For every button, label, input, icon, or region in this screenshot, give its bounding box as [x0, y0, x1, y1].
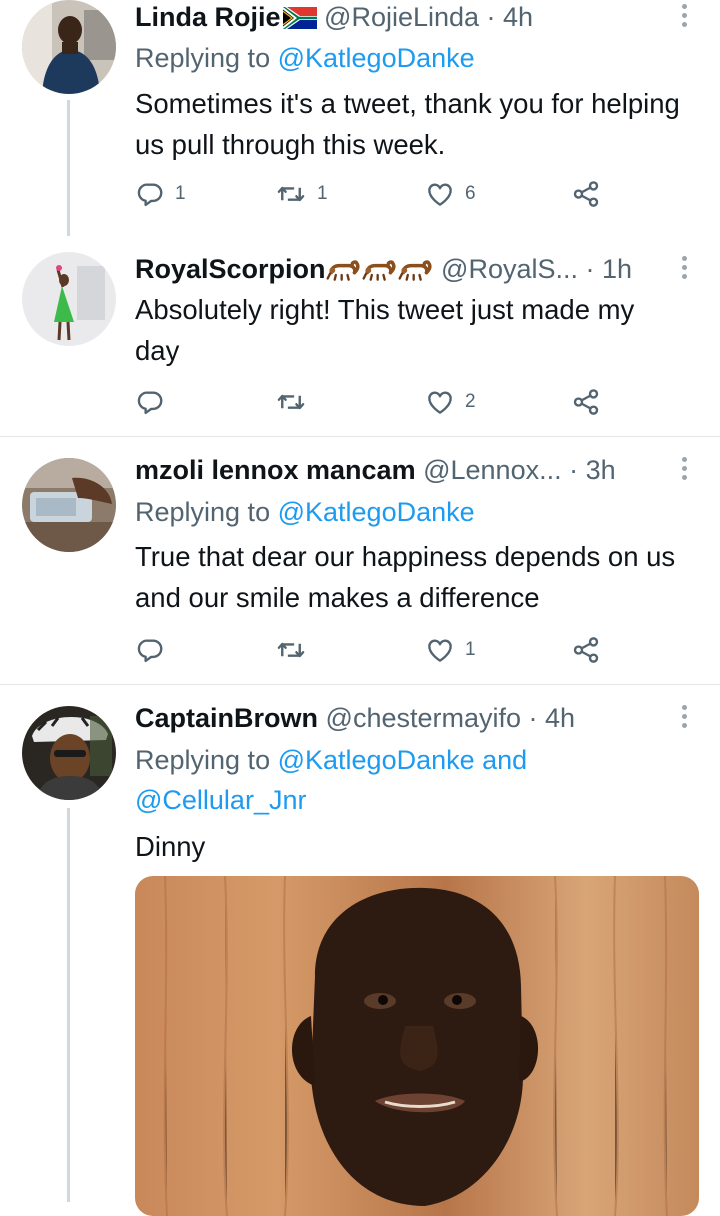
like-button[interactable]: 2 [425, 386, 476, 418]
more-icon[interactable] [682, 4, 688, 28]
timestamp[interactable]: · 4h [487, 2, 534, 32]
tweet-actions: 1 [135, 634, 615, 666]
tweet-header: mzoli lennox mancam @Lennox... · 3h [135, 453, 616, 487]
reply-icon [135, 387, 165, 417]
tweet[interactable]: mzoli lennox mancam @Lennox... · 3h Repl… [0, 437, 720, 684]
retweet-count: 1 [317, 183, 328, 204]
mention-link[interactable]: @KatlegoDanke [278, 497, 475, 527]
display-name[interactable]: mzoli lennox mancam [135, 455, 416, 485]
retweet-button[interactable]: 1 [275, 178, 328, 210]
timestamp[interactable]: · 3h [569, 455, 616, 485]
mention-link[interactable]: @Cellular_Jnr [135, 785, 306, 815]
timestamp[interactable]: · 1h [586, 254, 633, 284]
share-icon [571, 635, 601, 665]
retweet-button[interactable] [275, 386, 307, 418]
retweet-icon [275, 387, 307, 417]
tweet[interactable]: Linda Rojie @RojieLinda · 4h Replying to… [0, 0, 720, 236]
tweet-actions: 2 [135, 386, 615, 418]
replying-to: Replying to @KatlegoDanke and [135, 740, 527, 780]
avatar[interactable] [22, 706, 116, 800]
replying-to: Replying to @KatlegoDanke [135, 492, 475, 532]
tweet-text: Sometimes it's a tweet, thank you for he… [135, 88, 680, 160]
tweet-photo[interactable] [135, 876, 699, 1216]
user-handle[interactable]: @chestermayifo [326, 703, 521, 733]
replying-label: Replying to [135, 497, 271, 527]
reply-button[interactable] [135, 386, 165, 418]
like-button[interactable]: 6 [425, 178, 476, 210]
retweet-icon [275, 179, 307, 209]
replying-label: Replying to [135, 43, 271, 73]
tweet-header: RoyalScorpion @RoyalS... · 1h [135, 252, 632, 290]
reply-button[interactable] [135, 634, 165, 666]
share-button[interactable] [571, 386, 601, 418]
share-button[interactable] [571, 634, 601, 666]
share-icon [571, 387, 601, 417]
more-icon[interactable] [682, 256, 688, 280]
display-name[interactable]: Linda Rojie [135, 2, 281, 32]
avatar[interactable] [22, 252, 116, 346]
tweet[interactable]: RoyalScorpion @RoyalS... · 1h Absolutely… [0, 236, 720, 436]
share-button[interactable] [571, 178, 601, 210]
like-count: 2 [465, 391, 476, 412]
avatar[interactable] [22, 0, 116, 94]
timestamp[interactable]: · 4h [529, 703, 576, 733]
tweet-text: Absolutely right! This tweet just made m… [135, 294, 635, 366]
display-name[interactable]: RoyalScorpion [135, 254, 326, 284]
like-count: 1 [465, 639, 476, 660]
reply-icon [135, 635, 165, 665]
share-icon [571, 179, 601, 209]
tweet-text: True that dear our happiness depends on … [135, 541, 676, 613]
retweet-icon [275, 635, 307, 665]
reply-button[interactable]: 1 [135, 178, 186, 210]
user-handle[interactable]: @RoyalS... [441, 254, 578, 284]
like-count: 6 [465, 183, 476, 204]
display-name[interactable]: CaptainBrown [135, 703, 318, 733]
user-handle[interactable]: @Lennox... [423, 455, 562, 485]
reply-icon [135, 179, 165, 209]
replying-to-line-2: @Cellular_Jnr [135, 780, 306, 820]
mention-link[interactable]: @KatlegoDanke and [278, 745, 528, 775]
replying-label: Replying to [135, 745, 271, 775]
tweet-header: CaptainBrown @chestermayifo · 4h [135, 701, 575, 735]
reply-count: 1 [175, 183, 186, 204]
tweet-actions: 1 1 6 [135, 178, 615, 210]
scorpion-icon [326, 254, 434, 290]
replying-to: Replying to @KatlegoDanke [135, 38, 475, 78]
like-icon [425, 179, 455, 209]
like-icon [425, 387, 455, 417]
tweet-text: Dinny [135, 831, 206, 862]
retweet-button[interactable] [275, 634, 307, 666]
tweet-header: Linda Rojie @RojieLinda · 4h [135, 0, 533, 37]
user-handle[interactable]: @RojieLinda [324, 2, 479, 32]
mention-link[interactable]: @KatlegoDanke [278, 43, 475, 73]
more-icon[interactable] [682, 457, 688, 481]
avatar[interactable] [22, 458, 116, 552]
like-icon [425, 635, 455, 665]
south-africa-flag-icon [282, 3, 317, 37]
like-button[interactable]: 1 [425, 634, 476, 666]
more-icon[interactable] [682, 705, 688, 729]
